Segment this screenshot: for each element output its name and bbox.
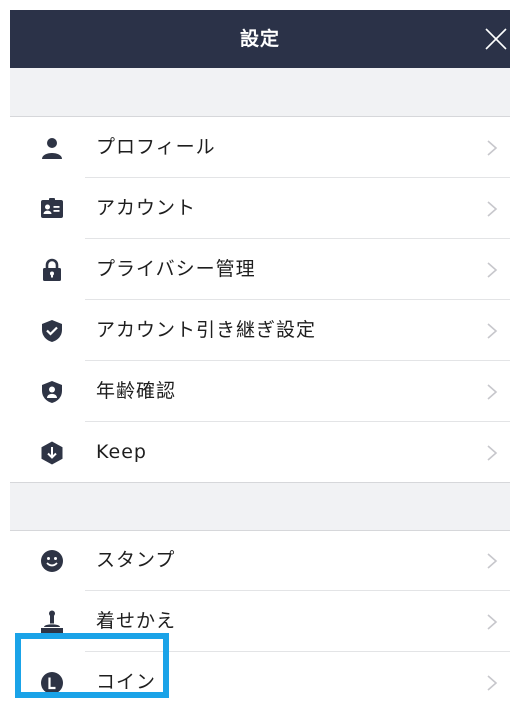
settings-item-label: 着せかえ	[96, 610, 177, 632]
section-spacer	[10, 482, 510, 531]
settings-item-label: アカウント	[96, 197, 197, 219]
settings-screen: 設定 プロフィール アカウント プライバシー管理 アカウント引き継ぎ設定 年齢確…	[10, 10, 510, 708]
person-icon	[42, 138, 62, 159]
chevron-right-icon	[487, 262, 498, 278]
settings-list-content: スタンプ 着せかえ コイン	[10, 530, 510, 708]
settings-item-label: 年齢確認	[96, 380, 177, 402]
coin-icon	[41, 672, 63, 694]
settings-item-label: プロフィール	[96, 136, 216, 158]
id-card-icon	[41, 198, 63, 218]
settings-item-label: Keep	[96, 441, 147, 463]
settings-list-account: プロフィール アカウント プライバシー管理 アカウント引き継ぎ設定 年齢確認 K…	[10, 117, 510, 483]
chevron-right-icon	[487, 201, 498, 217]
chevron-right-icon	[487, 614, 498, 630]
settings-item-label: コイン	[96, 671, 157, 693]
settings-item-age-verification[interactable]: 年齢確認	[10, 361, 510, 422]
section-spacer	[10, 68, 510, 117]
settings-item-profile[interactable]: プロフィール	[10, 117, 510, 178]
settings-item-account[interactable]: アカウント	[10, 178, 510, 239]
close-button[interactable]	[484, 27, 508, 51]
settings-item-stickers[interactable]: スタンプ	[10, 530, 510, 591]
chevron-right-icon	[487, 323, 498, 339]
keep-download-icon	[41, 441, 63, 465]
chevron-right-icon	[487, 445, 498, 461]
settings-item-coins[interactable]: コイン	[10, 652, 510, 708]
settings-item-label: アカウント引き継ぎ設定	[96, 319, 317, 341]
smiley-icon	[41, 550, 63, 572]
chevron-right-icon	[487, 140, 498, 156]
close-icon	[485, 28, 507, 50]
settings-item-label: スタンプ	[96, 549, 176, 571]
shield-check-icon	[42, 320, 62, 342]
settings-item-account-transfer[interactable]: アカウント引き継ぎ設定	[10, 300, 510, 361]
chevron-right-icon	[487, 384, 498, 400]
settings-item-label: プライバシー管理	[96, 258, 256, 280]
settings-item-keep[interactable]: Keep	[10, 422, 510, 483]
chevron-right-icon	[487, 553, 498, 569]
page-title: 設定	[239, 28, 280, 50]
nav-bar: 設定	[10, 10, 510, 68]
chevron-right-icon	[487, 675, 498, 691]
settings-item-privacy[interactable]: プライバシー管理	[10, 239, 510, 300]
lock-icon	[43, 258, 61, 281]
shield-person-icon	[42, 381, 62, 403]
brush-icon	[41, 610, 63, 633]
settings-item-themes[interactable]: 着せかえ	[10, 591, 510, 652]
